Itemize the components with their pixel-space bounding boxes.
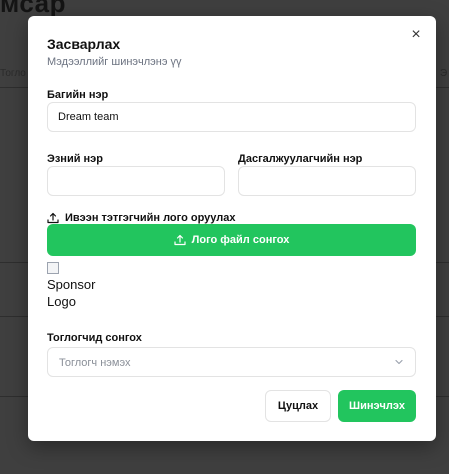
upload-icon [174,234,186,246]
dialog-title: Засварлах [47,36,121,52]
team-name-label: Багийн нэр [47,89,109,101]
background-column-header: Тогло [0,68,26,79]
owner-name-label: Эзний нэр [47,153,103,165]
choose-logo-file-label: Лого файл сонгох [191,234,290,246]
sponsor-logo-image: Sponsor Logo [47,262,107,310]
players-select-placeholder: Тоглогч нэмэх [59,357,131,369]
background-column-header-right: Э [440,68,448,79]
broken-image-icon [47,262,59,274]
coach-name-label: Дасгалжуулагчийн нэр [238,153,363,165]
players-label: Тоглогчид сонгох [47,332,142,344]
edit-team-dialog: × Засварлах Мэдээллийг шинэчлэнэ үү Баги… [28,16,436,441]
team-name-input[interactable] [47,102,416,132]
close-icon[interactable]: × [409,27,423,43]
choose-logo-file-button[interactable]: Лого файл сонгох [47,224,416,256]
owner-name-input[interactable] [47,166,225,196]
chevron-down-icon [395,359,403,365]
dialog-subtitle: Мэдээллийг шинэчлэнэ үү [47,56,182,68]
sponsor-logo-label-text: Ивээн тэтгэгчийн лого оруулах [65,212,236,224]
sponsor-logo-alt-text: Sponsor Logo [47,277,96,309]
players-select[interactable]: Тоглогч нэмэх [47,347,416,377]
update-button[interactable]: Шинэчлэх [338,390,416,422]
coach-name-input[interactable] [238,166,416,196]
cancel-button[interactable]: Цуцлах [265,390,331,422]
upload-icon [47,212,59,224]
sponsor-logo-label: Ивээн тэтгэгчийн лого оруулах [47,212,235,224]
